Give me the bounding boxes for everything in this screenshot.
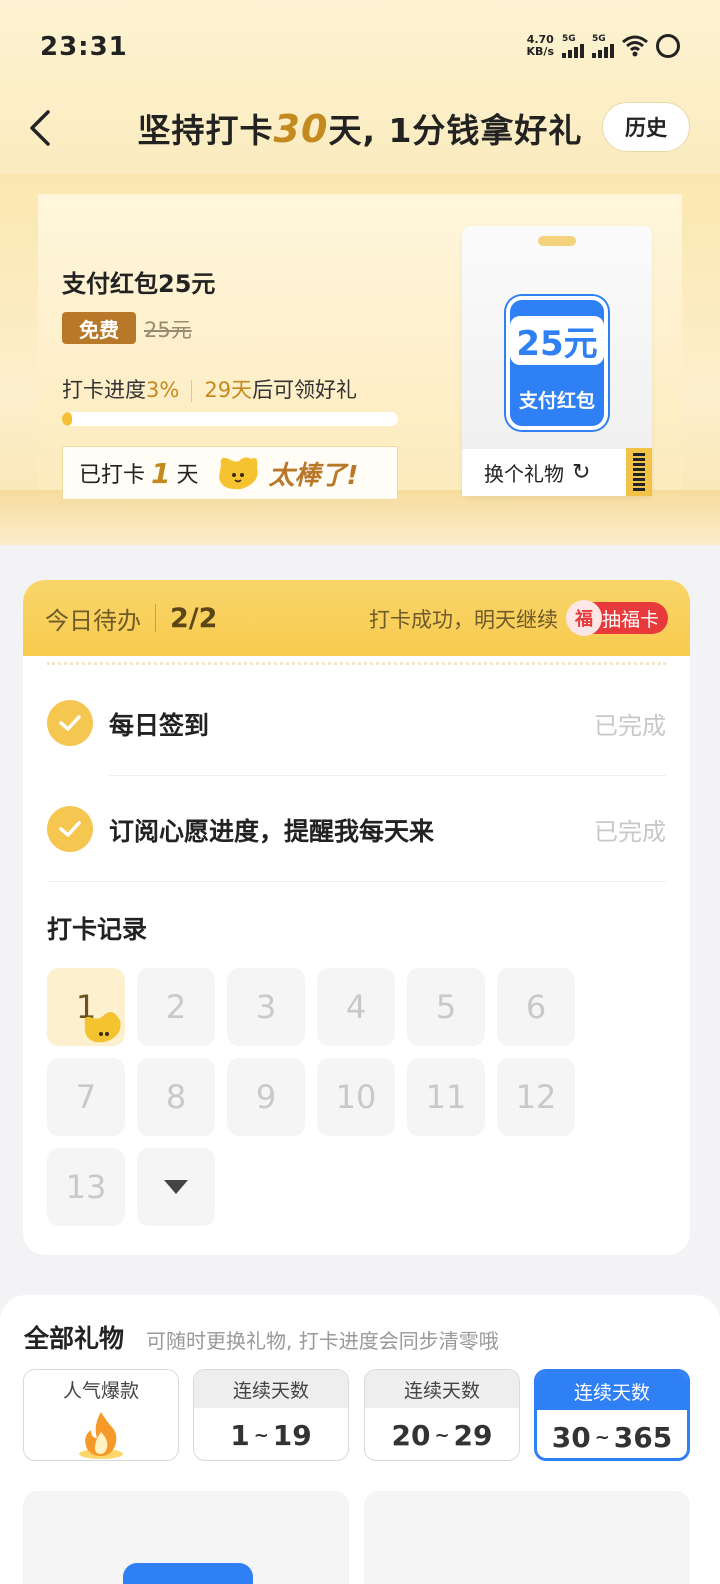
nav-bar: 坚持打卡30天, 1分钱拿好礼 历史 bbox=[0, 96, 720, 160]
day-cell: 2 bbox=[137, 968, 215, 1046]
day-cell: 3 bbox=[227, 968, 305, 1046]
prize-stage: 支付红包25元 免费 25元 打卡进度3% 29天后可领好礼 已打卡 1 天 太棒… bbox=[0, 174, 720, 545]
original-price: 25元 bbox=[144, 318, 192, 342]
refresh-icon: ↻ bbox=[572, 460, 591, 485]
day-cell: 9 bbox=[227, 1058, 305, 1136]
signal-icon: 5G bbox=[592, 34, 614, 58]
progress-text: 打卡进度3% 29天后可领好礼 bbox=[62, 378, 358, 402]
task-card: 今日待办 2/2 打卡成功，明天继续 福 抽福卡 每日签到 已完成 订阅心愿进度… bbox=[23, 580, 690, 1255]
all-gifts-section: 全部礼物 可随时更换礼物, 打卡进度会同步清零哦 人气爆款 连续天数 1 ~19 … bbox=[0, 1295, 720, 1584]
tab-days-30-365[interactable]: 连续天数 30 ~365 bbox=[534, 1369, 690, 1461]
prize-box: 25元 支付红包 换个礼物 ↻ bbox=[462, 226, 652, 496]
task-item[interactable]: 订阅心愿进度，提醒我每天来 已完成 bbox=[47, 776, 666, 882]
swap-gift-button[interactable]: 换个礼物 ↻ bbox=[462, 448, 652, 496]
top-banner: 23:31 4.70 KB/s 5G 5G 坚持打卡30天, 1分钱拿好礼 历史… bbox=[0, 0, 720, 545]
task-item[interactable]: 每日签到 已完成 bbox=[47, 670, 666, 776]
check-icon bbox=[47, 806, 93, 852]
day-cell: 8 bbox=[137, 1058, 215, 1136]
tab-popular[interactable]: 人气爆款 bbox=[23, 1369, 179, 1461]
expand-button[interactable] bbox=[137, 1148, 215, 1226]
wifi-icon bbox=[622, 35, 648, 57]
day-cell: 6 bbox=[497, 968, 575, 1046]
status-time: 23:31 bbox=[40, 32, 128, 62]
day-cell: 11 bbox=[407, 1058, 485, 1136]
tab-days-1-19[interactable]: 连续天数 1 ~19 bbox=[193, 1369, 349, 1461]
product-card[interactable] bbox=[23, 1491, 349, 1584]
day-cell: 7 bbox=[47, 1058, 125, 1136]
day-cell: 1 bbox=[47, 968, 125, 1046]
day-cell: 12 bbox=[497, 1058, 575, 1136]
task-header: 今日待办 2/2 打卡成功，明天继续 福 抽福卡 bbox=[23, 580, 690, 656]
check-icon bbox=[47, 700, 93, 746]
day-cell: 5 bbox=[407, 968, 485, 1046]
section-title: 全部礼物 bbox=[24, 1324, 125, 1353]
progress-bar-fill bbox=[62, 412, 73, 426]
fortune-icon: 福 bbox=[566, 600, 602, 636]
progress-bar bbox=[62, 412, 398, 426]
tab-days-20-29[interactable]: 连续天数 20 ~29 bbox=[364, 1369, 520, 1461]
barcode-icon bbox=[626, 448, 652, 496]
battery-ring-icon bbox=[656, 34, 680, 58]
task-count: 2/2 bbox=[170, 602, 218, 634]
product-card[interactable] bbox=[364, 1491, 690, 1584]
triangle-down-icon bbox=[164, 1180, 188, 1194]
prize-card: 25元 支付红包 bbox=[506, 296, 608, 430]
status-icons: 4.70 KB/s 5G 5G bbox=[527, 34, 680, 58]
section-subtitle: 可随时更换礼物, 打卡进度会同步清零哦 bbox=[146, 1329, 499, 1353]
checkin-record-title: 打卡记录 bbox=[47, 915, 148, 944]
net-speed: 4.70 KB/s bbox=[526, 33, 554, 58]
gift-name: 支付红包25元 bbox=[62, 270, 216, 298]
day-cell: 10 bbox=[317, 1058, 395, 1136]
mascot-icon bbox=[218, 457, 258, 490]
free-tag: 免费 bbox=[62, 312, 136, 344]
fire-icon bbox=[79, 1412, 123, 1459]
task-message: 打卡成功，明天继续 bbox=[369, 608, 558, 632]
task-status: 已完成 bbox=[594, 712, 666, 740]
checkin-strip: 已打卡 1 天 太棒了! bbox=[62, 446, 398, 500]
day-cell: 13 bbox=[47, 1148, 125, 1226]
mascot-icon bbox=[84, 1012, 121, 1043]
gift-tabs: 人气爆款 连续天数 1 ~19 连续天数 20 ~29 连续天数 30 ~365 bbox=[23, 1369, 690, 1461]
day-cell: 4 bbox=[317, 968, 395, 1046]
history-button[interactable]: 历史 bbox=[602, 102, 690, 152]
product-list bbox=[23, 1491, 690, 1584]
status-bar: 23:31 4.70 KB/s 5G 5G bbox=[0, 0, 720, 96]
checkin-grid: 1 2 3 4 5 6 7 8 9 10 11 12 13 bbox=[47, 968, 587, 1226]
signal-icon: 5G bbox=[562, 34, 584, 58]
lucky-card-button[interactable]: 福 抽福卡 bbox=[566, 600, 668, 636]
task-status: 已完成 bbox=[594, 818, 666, 846]
